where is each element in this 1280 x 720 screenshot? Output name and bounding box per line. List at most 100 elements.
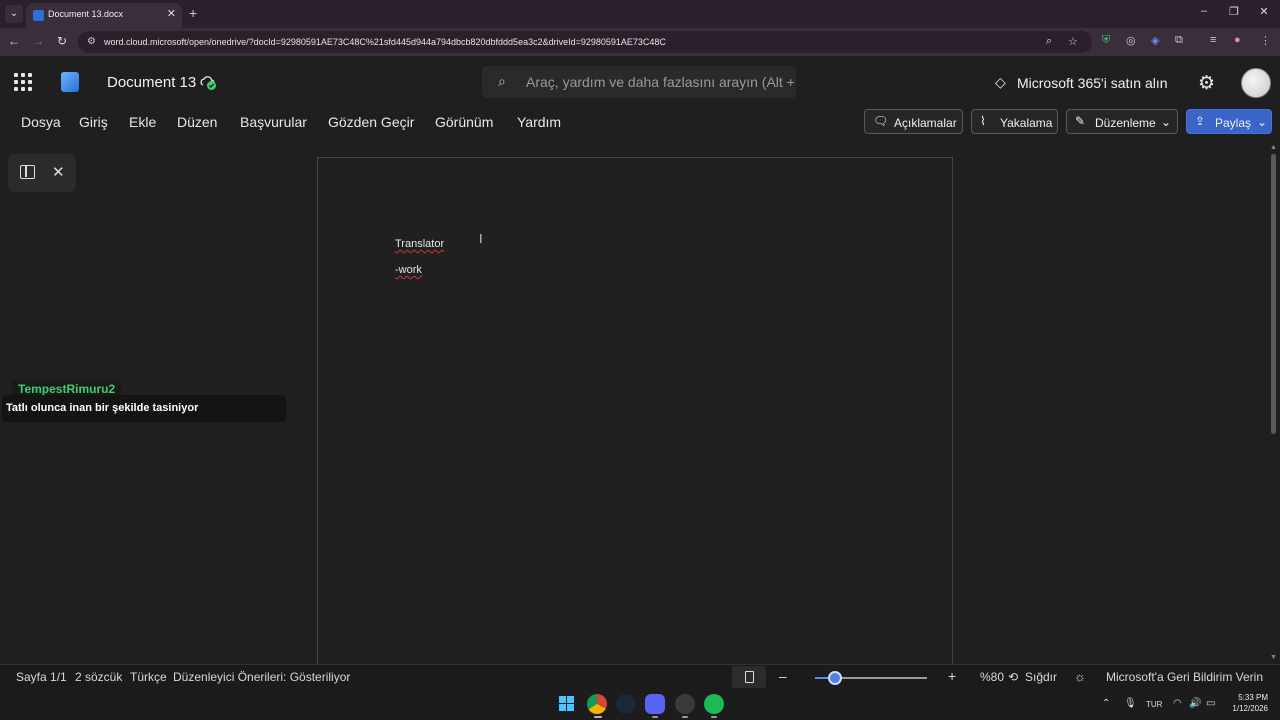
browser-tab-strip: ⌄ Document 13.docx ✕ + – ❐ ✕ bbox=[0, 0, 1280, 28]
fit-button[interactable]: Sığdır bbox=[1025, 670, 1057, 684]
scrollbar-thumb[interactable] bbox=[1271, 154, 1276, 434]
app-indicator bbox=[682, 716, 688, 718]
discord-icon[interactable] bbox=[645, 694, 665, 714]
new-tab-button[interactable]: + bbox=[189, 5, 197, 21]
fit-icon: ⟲ bbox=[1008, 670, 1019, 684]
search-box[interactable]: ⌕ bbox=[482, 66, 796, 98]
buy-m365-link[interactable]: Microsoft 365'i satın alın bbox=[1017, 75, 1168, 91]
browser-tab-active[interactable]: Document 13.docx ✕ bbox=[26, 3, 182, 28]
vertical-scrollbar[interactable]: ▲ ▼ bbox=[1269, 144, 1277, 664]
browser-toolbar: ← → ↻ ⚙ word.cloud.microsoft/open/onedri… bbox=[0, 28, 1280, 56]
scroll-up-icon[interactable]: ▲ bbox=[1270, 144, 1277, 151]
battery-icon[interactable]: ▭ bbox=[1206, 698, 1215, 709]
comment-icon: 🗨 bbox=[873, 114, 889, 128]
volume-icon[interactable]: 🔊 bbox=[1189, 698, 1201, 709]
spotify-indicator bbox=[711, 716, 717, 718]
pulse-icon: ⌇ bbox=[980, 114, 986, 128]
close-icon[interactable]: ✕ bbox=[52, 163, 65, 181]
translate-extension-icon[interactable]: ◈ bbox=[1151, 34, 1159, 47]
tab-title: Document 13.docx bbox=[48, 9, 124, 19]
share-label: Paylaş bbox=[1215, 116, 1252, 130]
scroll-down-icon[interactable]: ▼ bbox=[1270, 654, 1277, 661]
zoom-out-button[interactable]: – bbox=[779, 668, 787, 684]
cloud-saved-icon[interactable] bbox=[200, 74, 217, 91]
microphone-icon[interactable]: 🎙 bbox=[1124, 698, 1137, 709]
windows-start-icon[interactable] bbox=[557, 694, 577, 714]
forward-button[interactable]: → bbox=[30, 34, 46, 48]
restore-button[interactable]: ❐ bbox=[1224, 5, 1244, 18]
comments-label: Açıklamalar bbox=[894, 116, 957, 130]
clock-time[interactable]: 5:33 PM bbox=[1232, 693, 1268, 702]
zoom-slider[interactable] bbox=[815, 671, 927, 685]
tab-file[interactable]: Dosya bbox=[21, 114, 61, 130]
wifi-icon[interactable]: ◠ bbox=[1173, 698, 1182, 709]
editing-mode-button[interactable]: ✎ Düzenleme ⌄ bbox=[1066, 109, 1178, 134]
settings-gear-icon[interactable]: ⚙ bbox=[1198, 72, 1215, 95]
app-launcher-icon[interactable] bbox=[14, 73, 32, 91]
zoom-in-button[interactable]: + bbox=[948, 668, 956, 684]
address-bar[interactable]: ⚙ word.cloud.microsoft/open/onedrive/?do… bbox=[78, 31, 1092, 53]
theme-sun-icon[interactable]: ☼ bbox=[1074, 669, 1086, 684]
tab-insert[interactable]: Ekle bbox=[129, 114, 156, 130]
word-logo-icon[interactable] bbox=[61, 72, 79, 92]
media-control-icon[interactable]: ≡ bbox=[1210, 34, 1216, 46]
zoom-level[interactable]: %80 bbox=[980, 670, 1004, 684]
reload-button[interactable]: ↻ bbox=[54, 34, 70, 48]
tab-references[interactable]: Başvurular bbox=[240, 114, 307, 130]
page-icon bbox=[745, 671, 754, 683]
profile-icon[interactable]: ● bbox=[1234, 34, 1241, 46]
doc-line-1[interactable]: Translator bbox=[395, 238, 444, 250]
app-icon[interactable] bbox=[675, 694, 695, 714]
catchup-button[interactable]: ⌇ Yakalama bbox=[971, 109, 1058, 134]
extensions-puzzle-icon[interactable]: ⧉ bbox=[1175, 34, 1183, 47]
spotify-icon[interactable] bbox=[704, 694, 724, 714]
site-info-icon[interactable]: ⚙ bbox=[87, 36, 99, 48]
user-avatar[interactable] bbox=[1241, 68, 1271, 98]
windows-taskbar: ⌃ 🎙 TUR ◠ 🔊 ▭ 5:33 PM 1/12/2026 bbox=[0, 689, 1280, 720]
tab-review[interactable]: Gözden Geçir bbox=[328, 114, 414, 130]
minimize-button[interactable]: – bbox=[1194, 5, 1214, 17]
chrome-icon[interactable] bbox=[587, 694, 607, 714]
steam-icon[interactable] bbox=[616, 694, 636, 714]
tab-search-button[interactable]: ⌄ bbox=[5, 5, 23, 23]
browser-menu-icon[interactable]: ⋮ bbox=[1260, 34, 1271, 47]
share-icon: ⇪ bbox=[1195, 114, 1206, 128]
tab-close-icon[interactable]: ✕ bbox=[167, 7, 176, 20]
keyboard-language[interactable]: TUR bbox=[1146, 700, 1162, 709]
tab-layout[interactable]: Düzen bbox=[177, 114, 217, 130]
feedback-link[interactable]: Microsoft'a Geri Bildirim Verin bbox=[1106, 670, 1263, 684]
page-view-button[interactable] bbox=[732, 666, 766, 688]
navigation-pane-icon[interactable] bbox=[20, 165, 35, 179]
language-status[interactable]: Türkçe bbox=[130, 670, 167, 684]
ibeam-cursor-icon: I bbox=[479, 231, 483, 246]
chat-overlay-message: Tatlı olunca inan bir şekilde tasiniyor bbox=[2, 395, 286, 422]
back-button[interactable]: ← bbox=[6, 34, 22, 48]
word-title-bar: Document 13 ⌕ ◇ Microsoft 365'i satın al… bbox=[0, 56, 1280, 108]
bookmark-star-icon[interactable]: ☆ bbox=[1068, 35, 1078, 48]
catchup-label: Yakalama bbox=[1000, 116, 1053, 130]
doc-line-2[interactable]: -work bbox=[395, 264, 422, 276]
navigation-pane-chip: ✕ bbox=[8, 154, 76, 192]
window-close-button[interactable]: ✕ bbox=[1254, 5, 1274, 18]
tab-home[interactable]: Giriş bbox=[79, 114, 108, 130]
word-favicon-icon bbox=[33, 10, 44, 21]
zoom-slider-thumb[interactable] bbox=[828, 671, 843, 685]
search-input[interactable] bbox=[526, 66, 794, 98]
comments-button[interactable]: 🗨 Açıklamalar bbox=[864, 109, 963, 134]
word-count[interactable]: 2 sözcük bbox=[75, 670, 122, 684]
tray-chevron-icon[interactable]: ⌃ bbox=[1102, 698, 1110, 709]
url-text[interactable]: word.cloud.microsoft/open/onedrive/?docI… bbox=[104, 37, 666, 47]
diamond-icon: ◇ bbox=[995, 74, 1006, 90]
document-page[interactable]: Translator -work I bbox=[317, 157, 953, 664]
tab-view[interactable]: Görünüm bbox=[435, 114, 493, 130]
shield-extension-icon[interactable]: ⛨ bbox=[1102, 34, 1110, 47]
editor-suggestions-status[interactable]: Düzenleyici Önerileri: Gösteriliyor bbox=[173, 670, 350, 684]
page-count[interactable]: Sayfa 1/1 bbox=[16, 670, 67, 684]
zoom-icon[interactable]: ⌕ bbox=[1046, 35, 1052, 48]
tab-help[interactable]: Yardım bbox=[517, 114, 561, 130]
pencil-icon: ✎ bbox=[1075, 114, 1086, 128]
share-button[interactable]: ⇪ Paylaş ⌄ bbox=[1186, 109, 1272, 134]
document-title[interactable]: Document 13 bbox=[107, 74, 196, 91]
clock-date[interactable]: 1/12/2026 bbox=[1224, 704, 1268, 713]
incognito-extension-icon[interactable]: ◎ bbox=[1126, 34, 1136, 47]
